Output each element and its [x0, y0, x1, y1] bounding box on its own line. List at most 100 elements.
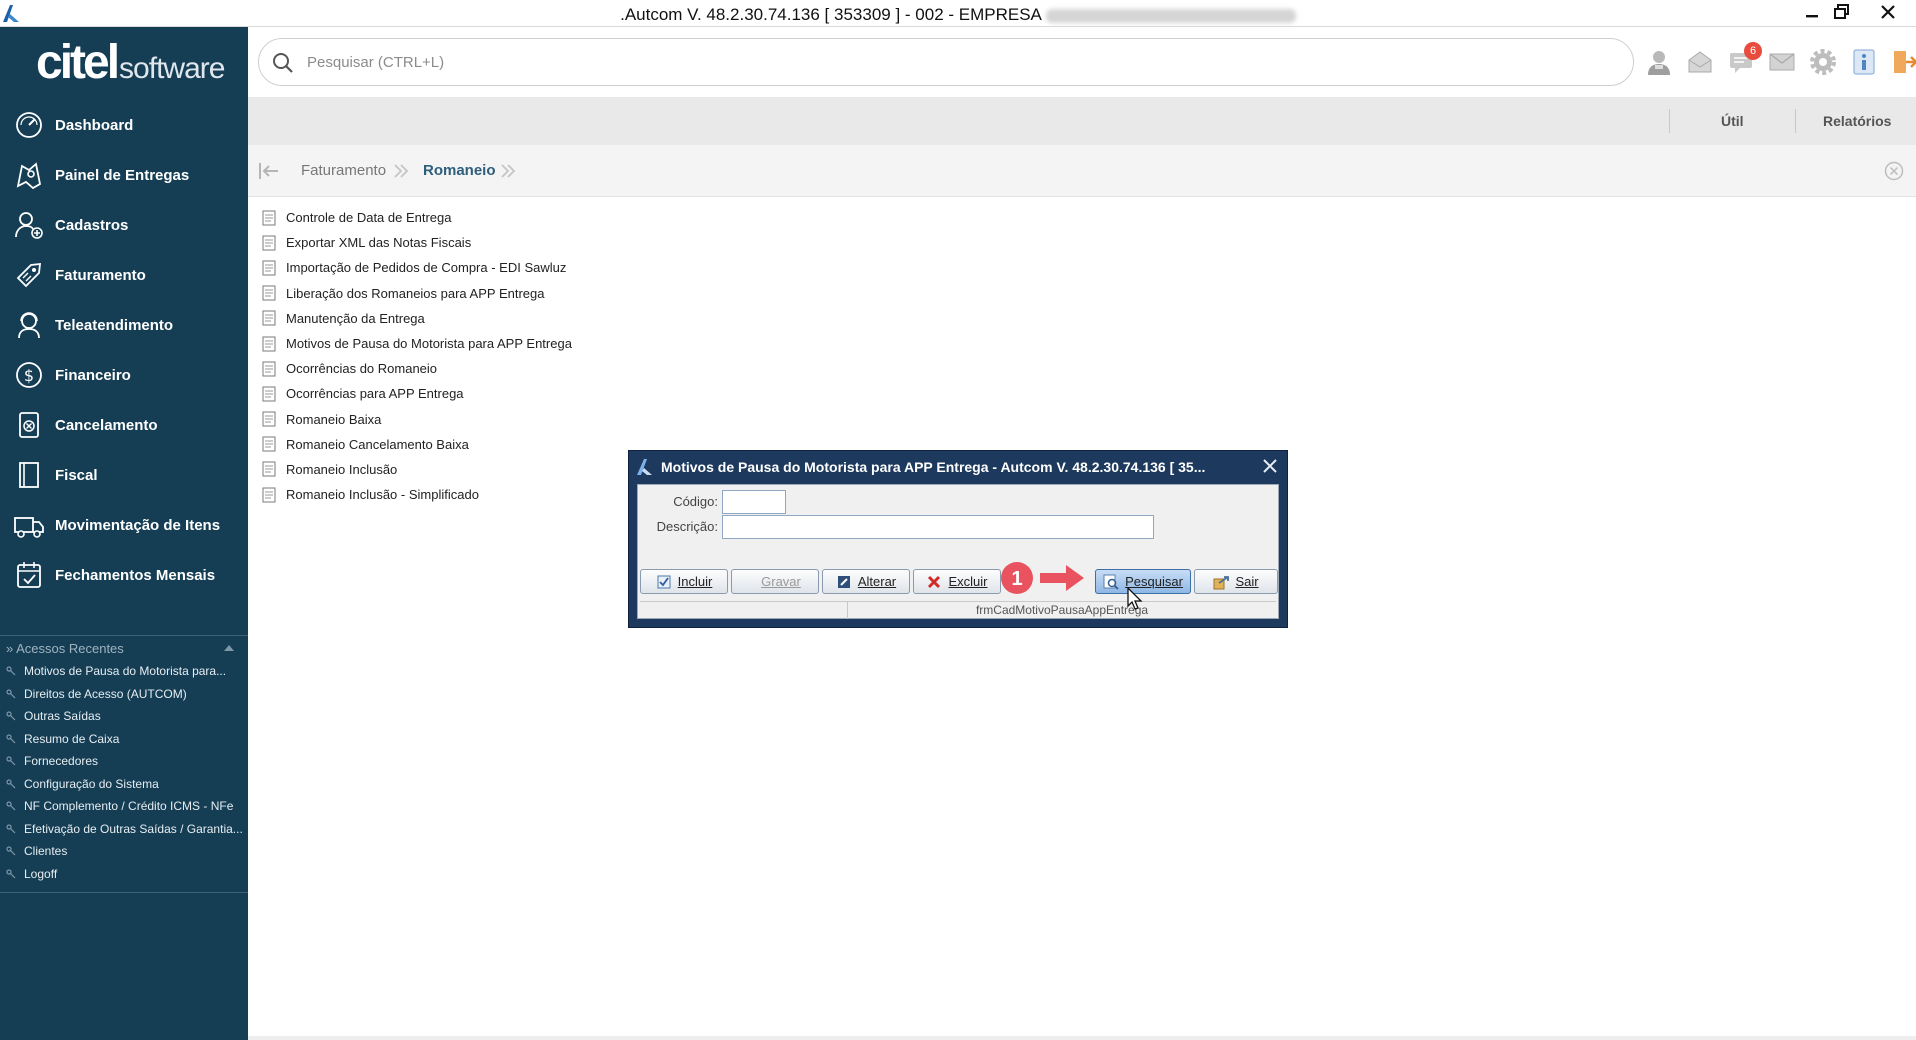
sidebar-item-movimentacao-itens[interactable]: Movimentação de Itens: [0, 500, 248, 550]
recent-item[interactable]: Direitos de Acesso (AUTCOM): [0, 683, 248, 706]
email-button[interactable]: [1761, 47, 1802, 77]
menu-relatorios[interactable]: Relatórios: [1823, 113, 1891, 129]
motivos-pausa-dialog: Motivos de Pausa do Motorista para APP E…: [628, 450, 1288, 628]
document-icon: [262, 461, 276, 477]
sidebar-nav: Dashboard Painel de Entregas Cadastros F…: [0, 100, 248, 600]
key-icon: [6, 779, 16, 789]
sidebar-item-cancelamento[interactable]: Cancelamento: [0, 400, 248, 450]
gravar-button[interactable]: Gravar: [731, 569, 819, 594]
incluir-button[interactable]: Incluir: [640, 569, 728, 594]
recent-item[interactable]: Motivos de Pausa do Motorista para...: [0, 660, 248, 683]
redacted-text: [1045, 8, 1296, 23]
step-number: 1: [1011, 568, 1022, 590]
list-item[interactable]: Controle de Data de Entrega: [262, 205, 662, 230]
recent-item[interactable]: Resumo de Caixa: [0, 728, 248, 751]
messages-button[interactable]: 6: [1720, 42, 1762, 77]
mail-open-button[interactable]: [1679, 47, 1720, 77]
list-item[interactable]: Romaneio Inclusão - Simplificado: [262, 482, 662, 507]
sidebar-item-fiscal[interactable]: Fiscal: [0, 450, 248, 500]
chevron-right-icon: [501, 164, 516, 178]
recent-item[interactable]: NF Complemento / Crédito ICMS - NFe: [0, 795, 248, 818]
menu-util[interactable]: Útil: [1721, 113, 1744, 129]
breadcrumb: Faturamento Romaneio: [248, 145, 1916, 197]
search-box[interactable]: [258, 38, 1634, 86]
close-window-button[interactable]: [1866, 0, 1910, 24]
list-item[interactable]: Ocorrências do Romaneio: [262, 356, 662, 381]
book-icon: [12, 458, 46, 492]
exit-door-icon: [1893, 51, 1916, 73]
document-icon: [262, 285, 276, 301]
sidebar-item-dashboard[interactable]: Dashboard: [0, 100, 248, 150]
close-icon[interactable]: [1261, 457, 1279, 475]
document-icon: [262, 210, 276, 226]
document-icon: [262, 436, 276, 452]
dashboard-icon: [12, 108, 46, 142]
menu-divider: [1669, 109, 1670, 133]
collapse-arrow-icon[interactable]: [224, 645, 234, 651]
recent-item[interactable]: Outras Saídas: [0, 705, 248, 728]
sair-button[interactable]: Sair: [1194, 569, 1278, 594]
recent-item[interactable]: Fornecedores: [0, 750, 248, 773]
price-tag-icon: [12, 258, 46, 292]
back-arrow-icon[interactable]: [258, 161, 280, 181]
search-input[interactable]: [307, 47, 1607, 77]
list-item[interactable]: Romaneio Cancelamento Baixa: [262, 432, 662, 457]
check-document-icon: [657, 575, 671, 588]
key-icon: [6, 689, 16, 699]
document-icon: [262, 386, 276, 402]
close-icon: [1881, 5, 1895, 19]
breadcrumb-romaneio[interactable]: Romaneio: [423, 162, 496, 179]
dollar-icon: $: [12, 358, 46, 392]
recent-item[interactable]: Configuração do Sistema: [0, 773, 248, 796]
menu-divider: [1795, 109, 1796, 133]
breadcrumb-faturamento[interactable]: Faturamento: [301, 162, 386, 179]
list-item[interactable]: Importação de Pedidos de Compra - EDI Sa…: [262, 255, 662, 280]
brand-logo[interactable]: citel software: [36, 35, 225, 89]
recent-item[interactable]: Clientes: [0, 840, 248, 863]
sidebar-item-fechamentos-mensais[interactable]: Fechamentos Mensais: [0, 550, 248, 600]
dialog-statusbar: frmCadMotivoPausaAppEntrega: [640, 601, 1276, 619]
key-icon: [6, 734, 16, 744]
excluir-button[interactable]: Excluir: [913, 569, 1001, 594]
list-item[interactable]: Ocorrências para APP Entrega: [262, 381, 662, 406]
recent-access-header[interactable]: » Acessos Recentes: [0, 636, 248, 660]
info-icon: [1853, 49, 1874, 75]
list-item[interactable]: Manutenção da Entrega: [262, 306, 662, 331]
sidebar-item-teleatendimento[interactable]: Teleatendimento: [0, 300, 248, 350]
logout-button[interactable]: [1884, 47, 1916, 77]
list-item[interactable]: Motivos de Pausa do Motorista para APP E…: [262, 331, 662, 356]
alterar-button[interactable]: Alterar: [822, 569, 910, 594]
list-item[interactable]: Romaneio Inclusão: [262, 457, 662, 482]
user-profile-button[interactable]: [1638, 47, 1679, 77]
recent-item[interactable]: Efetivação de Outras Saídas / Garantia..…: [0, 818, 248, 841]
recent-item[interactable]: Logoff: [0, 863, 248, 886]
restore-button[interactable]: [1820, 0, 1864, 24]
list-item[interactable]: Liberação dos Romaneios para APP Entrega: [262, 281, 662, 306]
window-titlebar: .Autcom V. 48.2.30.74.136 [ 353309 ] - 0…: [0, 0, 1916, 27]
cancel-document-icon: [12, 408, 46, 442]
exit-icon: [1213, 575, 1230, 589]
user-add-icon: [12, 208, 46, 242]
close-circle-icon[interactable]: [1884, 161, 1904, 181]
list-item[interactable]: Exportar XML das Notas Fiscais: [262, 230, 662, 255]
search-icon: [273, 53, 293, 73]
codigo-input[interactable]: [722, 490, 786, 514]
descricao-input[interactable]: [722, 515, 1154, 539]
sidebar-item-financeiro[interactable]: $ Financeiro: [0, 350, 248, 400]
sidebar-item-painel-entregas[interactable]: Painel de Entregas: [0, 150, 248, 200]
sidebar-item-cadastros[interactable]: Cadastros: [0, 200, 248, 250]
delete-x-icon: [928, 575, 941, 588]
key-icon: [6, 666, 16, 676]
document-icon: [262, 361, 276, 377]
info-button[interactable]: [1843, 47, 1884, 77]
descricao-label: Descrição:: [656, 519, 718, 534]
romaneio-menu-list: Controle de Data de Entrega Exportar XML…: [262, 205, 662, 507]
dialog-button-row: Incluir Gravar Alterar Excluir Pesquisar…: [640, 569, 1278, 595]
sidebar: citel software Dashboard Painel de Entreg…: [0, 27, 248, 1040]
sidebar-item-faturamento[interactable]: Faturamento: [0, 250, 248, 300]
open-envelope-icon: [1688, 51, 1711, 73]
key-icon: [6, 869, 16, 879]
dialog-titlebar[interactable]: Motivos de Pausa do Motorista para APP E…: [629, 451, 1287, 483]
list-item[interactable]: Romaneio Baixa: [262, 407, 662, 432]
settings-button[interactable]: [1802, 47, 1843, 77]
